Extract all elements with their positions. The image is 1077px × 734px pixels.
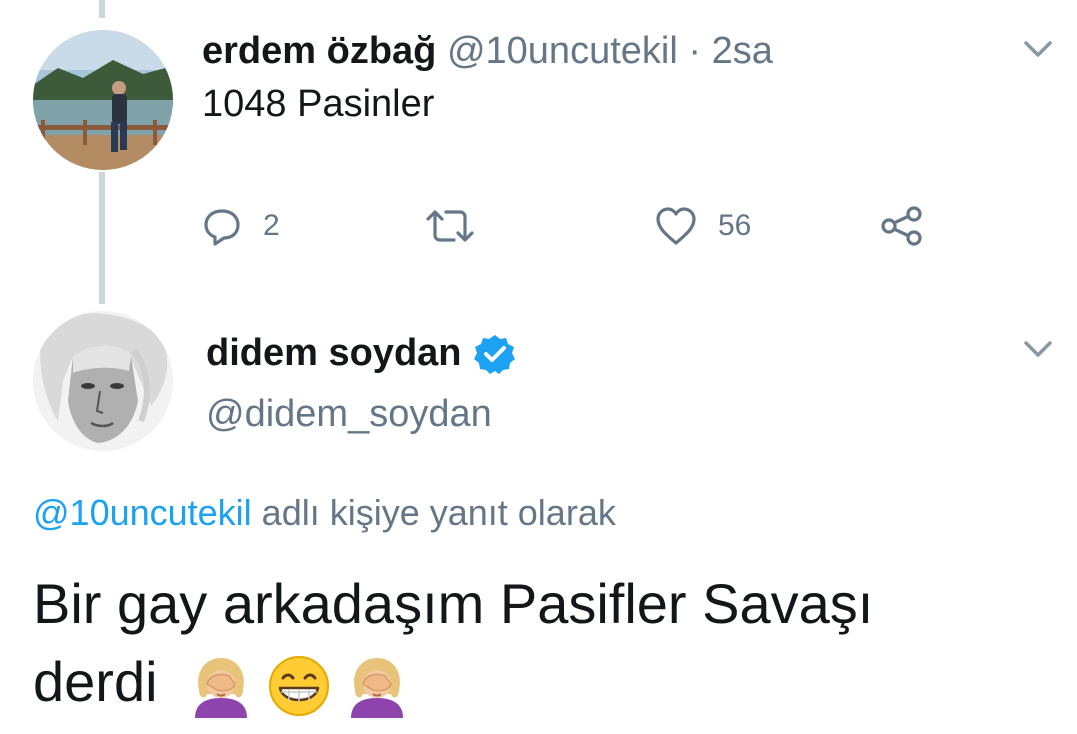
tweet-text: 1048 Pasinler	[202, 83, 435, 125]
tweet-text-line-with-emoji: derdi	[33, 643, 1053, 721]
facepalm-emoji	[195, 658, 248, 719]
like-count: 56	[718, 209, 752, 242]
reply-button[interactable]: 2	[201, 205, 280, 247]
reply-tweet-text: Bir gay arkadaşım Pasifler Savaşı derdi	[33, 565, 1053, 721]
tweet-header: erdem özbağ @10uncutekil · 2sa	[202, 30, 773, 73]
reply-author-row: didem soydan	[206, 332, 516, 375]
author-name[interactable]: didem soydan	[206, 332, 462, 375]
author-handle[interactable]: @didem_soydan	[206, 393, 492, 436]
emoji-row	[189, 654, 423, 719]
reply-to-label: adlı kişiye yanıt olarak	[251, 492, 616, 533]
avatar[interactable]	[33, 30, 173, 170]
chevron-down-icon[interactable]	[1018, 334, 1058, 364]
replying-to: @10uncutekil adlı kişiye yanıt olarak	[33, 492, 616, 534]
facepalm-emoji	[351, 658, 404, 719]
tweet-text-line: derdi	[33, 650, 158, 713]
tweet-text-line: Bir gay arkadaşım Pasifler Savaşı	[33, 572, 874, 635]
separator: ·	[688, 30, 701, 72]
retweet-icon	[426, 210, 474, 242]
author-name[interactable]: erdem özbağ	[202, 30, 436, 72]
reply-count: 2	[263, 209, 280, 242]
avatar[interactable]	[33, 311, 173, 451]
reply-to-handle-link[interactable]: @10uncutekil	[33, 492, 252, 533]
verified-badge-icon	[473, 334, 515, 374]
chevron-down-icon[interactable]	[1018, 34, 1058, 64]
thread-line	[99, 172, 105, 304]
grinning-emoji	[269, 656, 330, 717]
author-handle[interactable]: @10uncutekil	[447, 30, 678, 72]
like-button[interactable]: 56	[654, 205, 751, 247]
timestamp[interactable]: 2sa	[712, 30, 773, 72]
thread-line	[99, 0, 105, 18]
reply-icon	[204, 209, 240, 246]
share-button[interactable]	[880, 205, 924, 247]
retweet-button[interactable]	[424, 205, 476, 247]
like-icon	[656, 207, 696, 245]
share-icon	[881, 206, 922, 246]
